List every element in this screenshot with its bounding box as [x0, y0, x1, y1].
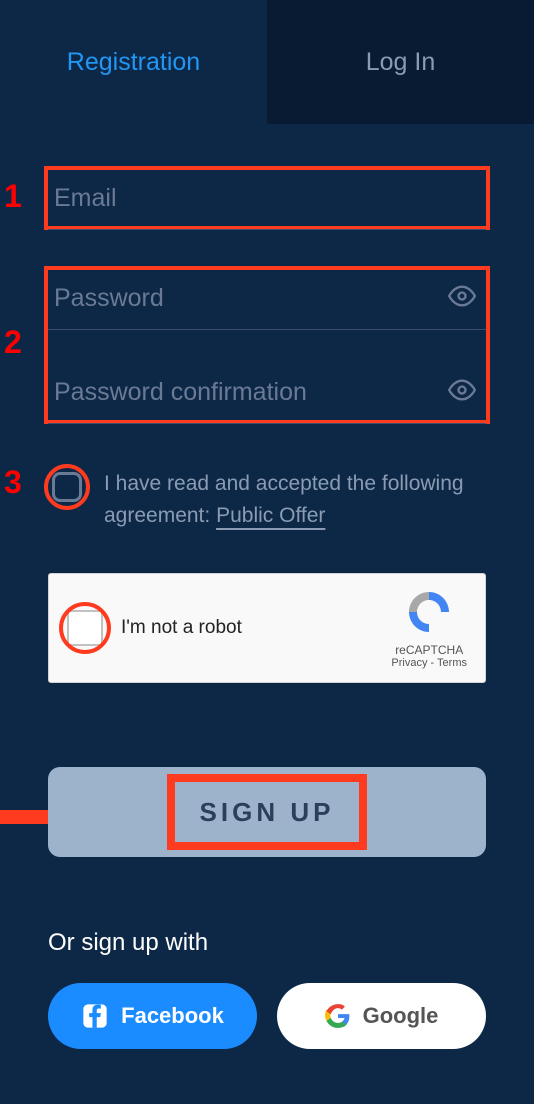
- signup-label: SIGN UP: [200, 797, 335, 828]
- eye-icon[interactable]: [448, 282, 476, 315]
- tab-login[interactable]: Log In: [267, 0, 534, 124]
- recaptcha-widget: I'm not a robot reCAPTCHA Privacy - Term…: [48, 573, 486, 683]
- recaptcha-label: I'm not a robot: [121, 617, 242, 639]
- public-offer-link[interactable]: Public Offer: [216, 504, 325, 527]
- facebook-label: Facebook: [121, 1003, 224, 1029]
- recaptcha-icon: [405, 588, 453, 636]
- google-label: Google: [363, 1003, 439, 1029]
- signup-button[interactable]: SIGN UP: [48, 767, 486, 857]
- or-signup-with-text: Or sign up with: [48, 929, 486, 957]
- email-field[interactable]: Email: [48, 168, 486, 230]
- agreement-checkbox[interactable]: [52, 472, 82, 502]
- facebook-button[interactable]: Facebook: [48, 983, 257, 1049]
- confirm-placeholder: Password confirmation: [48, 376, 313, 409]
- recaptcha-checkbox[interactable]: [67, 610, 103, 646]
- confirm-password-field[interactable]: Password confirmation: [48, 362, 486, 424]
- recaptcha-brand: reCAPTCHA: [391, 643, 467, 657]
- tab-registration[interactable]: Registration: [0, 0, 267, 124]
- facebook-icon: [81, 1002, 109, 1030]
- eye-icon[interactable]: [448, 376, 476, 409]
- email-placeholder: Email: [48, 182, 123, 215]
- google-button[interactable]: Google: [277, 983, 486, 1049]
- password-placeholder: Password: [48, 282, 170, 315]
- recaptcha-terms-link[interactable]: Terms: [437, 657, 467, 669]
- recaptcha-privacy-link[interactable]: Privacy: [391, 657, 427, 669]
- agreement-text: I have read and accepted the following a…: [104, 468, 486, 531]
- password-field[interactable]: Password: [48, 268, 486, 330]
- google-icon: [325, 1003, 351, 1029]
